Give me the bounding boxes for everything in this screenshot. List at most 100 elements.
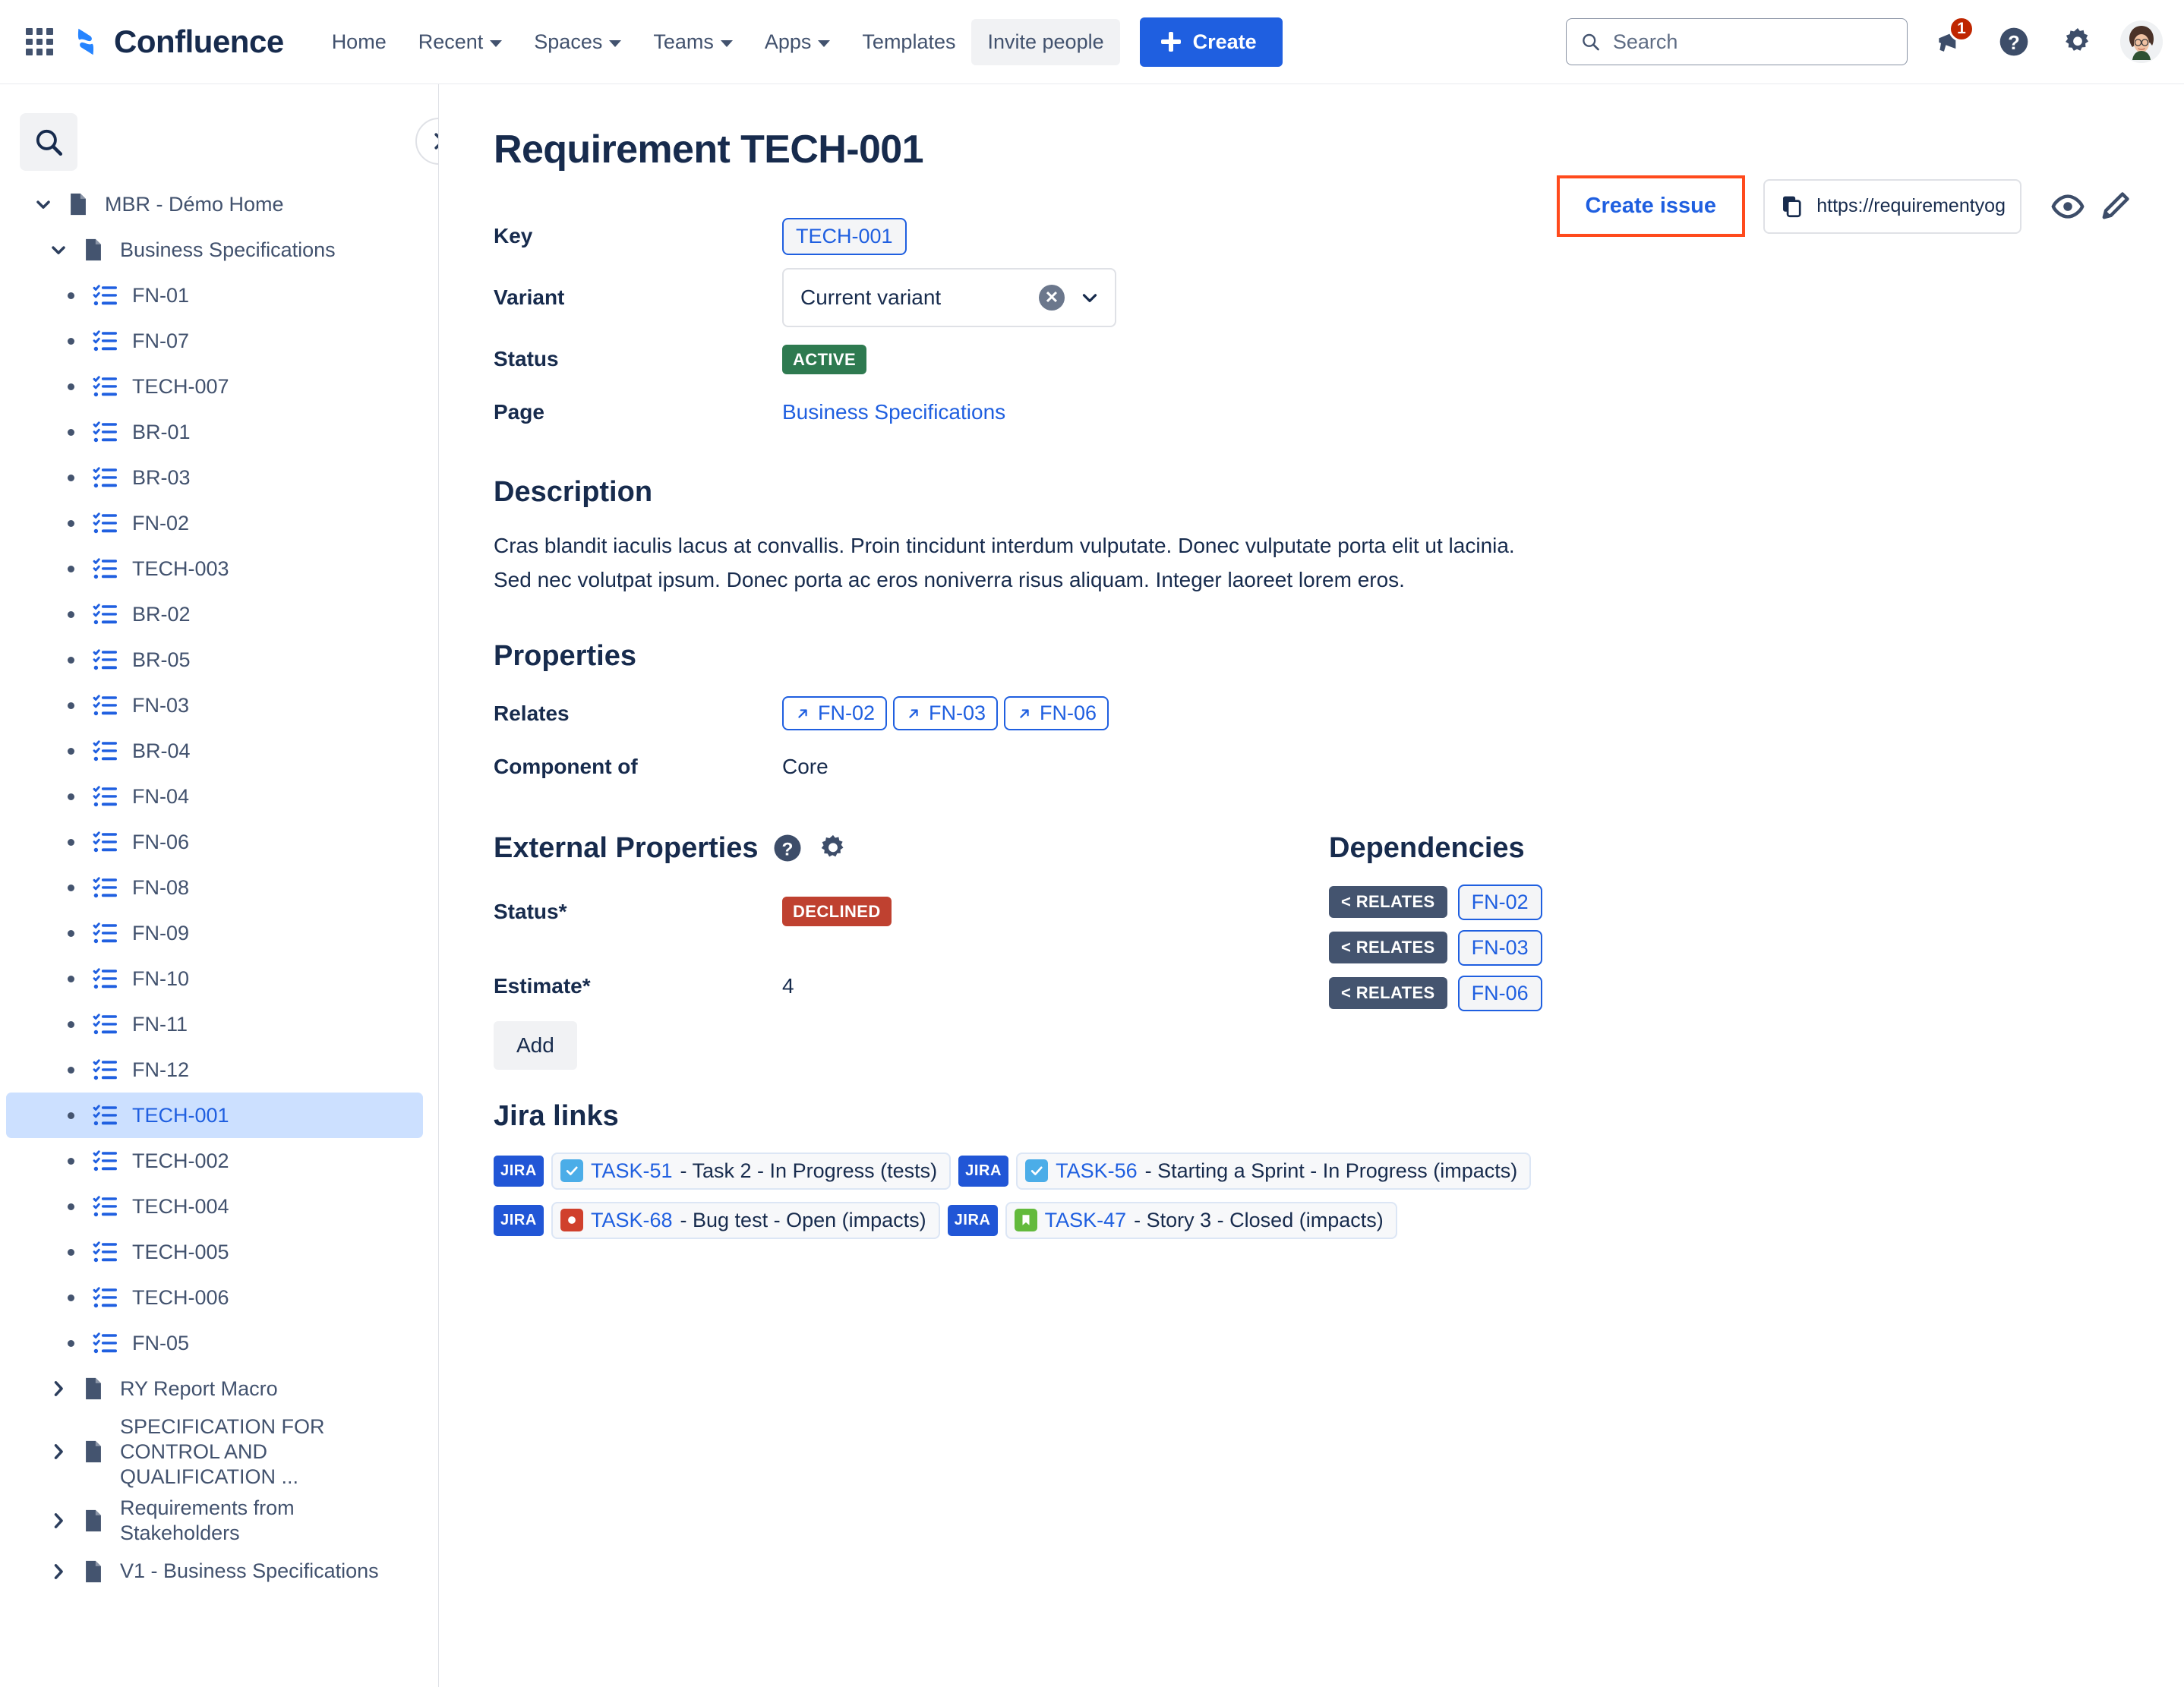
settings-button[interactable] <box>2056 20 2099 63</box>
jira-source-badge[interactable]: JIRA <box>494 1156 544 1187</box>
tree-item-br-05[interactable]: BR-05 <box>6 637 423 683</box>
nav-item-recent[interactable]: Recent <box>402 19 519 65</box>
chevron-right-icon <box>428 130 439 153</box>
component-of-value: Core <box>782 755 828 779</box>
tree-item-fn-09[interactable]: FN-09 <box>6 910 423 956</box>
tree-twisty[interactable] <box>26 194 61 215</box>
jira-link-card[interactable]: TASK-68- Bug test - Open (impacts) <box>551 1202 940 1239</box>
relates-chip[interactable]: FN-03 <box>893 696 998 730</box>
tree-item-br-02[interactable]: BR-02 <box>6 591 423 637</box>
tree-bullet <box>53 839 88 846</box>
tree-item-br-04[interactable]: BR-04 <box>6 728 423 774</box>
tree-item-mbr-d-mo-home[interactable]: MBR - Démo Home <box>6 181 423 227</box>
requirement-icon <box>88 965 123 992</box>
tree-item-br-03[interactable]: BR-03 <box>6 455 423 500</box>
notifications-button[interactable]: 1 <box>1929 20 1971 63</box>
chevron-right-icon[interactable] <box>48 1510 69 1531</box>
jira-source-badge[interactable]: JIRA <box>958 1156 1008 1187</box>
nav-item-teams[interactable]: Teams <box>637 19 749 65</box>
tree-item-fn-07[interactable]: FN-07 <box>6 318 423 364</box>
tree-twisty[interactable] <box>41 239 76 260</box>
tree-bullet <box>53 292 88 299</box>
tree-twisty[interactable] <box>41 1561 76 1582</box>
tree-item-tech-001[interactable]: TECH-001 <box>6 1093 423 1138</box>
tree-item-fn-11[interactable]: FN-11 <box>6 1001 423 1047</box>
tree-item-tech-005[interactable]: TECH-005 <box>6 1229 423 1275</box>
tree-item-fn-02[interactable]: FN-02 <box>6 500 423 546</box>
tree-item-tech-002[interactable]: TECH-002 <box>6 1138 423 1184</box>
tree-item-business-specifications[interactable]: Business Specifications <box>6 227 423 273</box>
jira-link-card[interactable]: TASK-56- Starting a Sprint - In Progress… <box>1016 1153 1531 1190</box>
search-icon <box>1580 30 1601 53</box>
jira-source-badge[interactable]: JIRA <box>948 1205 998 1236</box>
tree-item-fn-12[interactable]: FN-12 <box>6 1047 423 1093</box>
page-link[interactable]: Business Specifications <box>782 400 1005 424</box>
nav-item-templates[interactable]: Templates <box>846 19 971 65</box>
tree-item-fn-04[interactable]: FN-04 <box>6 774 423 819</box>
user-avatar[interactable] <box>2120 20 2163 63</box>
create-button[interactable]: Create <box>1140 17 1283 67</box>
nav-item-home[interactable]: Home <box>316 19 402 65</box>
tree-item-fn-05[interactable]: FN-05 <box>6 1320 423 1366</box>
add-external-property-button[interactable]: Add <box>494 1021 577 1070</box>
variant-select[interactable]: Current variant ✕ <box>782 268 1116 327</box>
tree-item-tech-006[interactable]: TECH-006 <box>6 1275 423 1320</box>
jira-source-badge[interactable]: JIRA <box>494 1205 544 1236</box>
clear-icon[interactable]: ✕ <box>1039 285 1065 311</box>
chevron-down-icon <box>609 40 621 47</box>
requirement-icon <box>88 1193 123 1220</box>
tree-item-v1-business-specifications[interactable]: V1 - Business Specifications <box>6 1549 423 1594</box>
tree-item-fn-10[interactable]: FN-10 <box>6 956 423 1001</box>
watch-button[interactable] <box>2044 183 2091 230</box>
tree-item-fn-03[interactable]: FN-03 <box>6 683 423 728</box>
tree-twisty[interactable] <box>41 1441 76 1462</box>
jira-link-card[interactable]: TASK-47- Story 3 - Closed (impacts) <box>1005 1202 1397 1239</box>
tree-twisty[interactable] <box>41 1510 76 1531</box>
search-input[interactable] <box>1613 30 1893 54</box>
tree-item-specification-for-control-and-qualification[interactable]: SPECIFICATION FOR CONTROL AND QUALIFICAT… <box>6 1411 423 1493</box>
chevron-right-icon[interactable] <box>48 1441 69 1462</box>
relates-chip[interactable]: FN-02 <box>782 696 887 730</box>
nav-item-apps[interactable]: Apps <box>749 19 847 65</box>
tree-bullet <box>53 1112 88 1119</box>
relates-chip[interactable]: FN-06 <box>1004 696 1109 730</box>
tree-item-fn-06[interactable]: FN-06 <box>6 819 423 865</box>
sidebar-search-button[interactable] <box>20 113 77 171</box>
dependencies-column: Dependencies < RELATESFN-02< RELATESFN-0… <box>1314 799 2138 1070</box>
tree-item-ry-report-macro[interactable]: RY Report Macro <box>6 1366 423 1411</box>
external-properties-help-button[interactable]: ? <box>772 832 803 864</box>
dependency-key-chip[interactable]: FN-06 <box>1458 976 1542 1011</box>
jira-link-card[interactable]: TASK-51- Task 2 - In Progress (tests) <box>551 1153 951 1190</box>
external-properties-settings-button[interactable] <box>817 832 849 864</box>
tree-twisty[interactable] <box>41 1378 76 1399</box>
tree-bullet <box>53 1067 88 1074</box>
tree-item-tech-003[interactable]: TECH-003 <box>6 546 423 591</box>
tree-item-br-01[interactable]: BR-01 <box>6 409 423 455</box>
key-chip[interactable]: TECH-001 <box>782 218 907 255</box>
tree-item-requirements-from-stakeholders[interactable]: Requirements from Stakeholders <box>6 1493 423 1549</box>
dependency-key-chip[interactable]: FN-02 <box>1458 884 1542 920</box>
tree-item-tech-007[interactable]: TECH-007 <box>6 364 423 409</box>
help-button[interactable]: ? <box>1993 20 2035 63</box>
create-issue-link[interactable]: Create issue <box>1586 194 1717 219</box>
copy-url-field[interactable]: https://requirementyogi. <box>1763 179 2021 234</box>
dependency-key-chip[interactable]: FN-03 <box>1458 930 1542 966</box>
sidebar-expand-button[interactable] <box>415 118 439 165</box>
grid-apps-icon[interactable] <box>23 25 56 58</box>
nav-item-invite-people[interactable]: Invite people <box>971 19 1119 65</box>
confluence-brand-logo[interactable]: Confluence <box>68 24 284 60</box>
requirement-checklist-icon <box>92 509 119 537</box>
tree-bullet <box>53 793 88 800</box>
tree-item-tech-004[interactable]: TECH-004 <box>6 1184 423 1229</box>
tree-item-fn-01[interactable]: FN-01 <box>6 273 423 318</box>
nav-item-spaces[interactable]: Spaces <box>518 19 637 65</box>
search-input-wrapper[interactable] <box>1566 18 1908 65</box>
notification-badge: 1 <box>1949 16 1974 42</box>
edit-button[interactable] <box>2091 183 2138 230</box>
chevron-down-icon[interactable] <box>33 194 54 215</box>
chevron-right-icon[interactable] <box>48 1378 69 1399</box>
chevron-right-icon[interactable] <box>48 1561 69 1582</box>
requirement-icon <box>88 692 123 719</box>
chevron-down-icon[interactable] <box>48 239 69 260</box>
tree-item-fn-08[interactable]: FN-08 <box>6 865 423 910</box>
